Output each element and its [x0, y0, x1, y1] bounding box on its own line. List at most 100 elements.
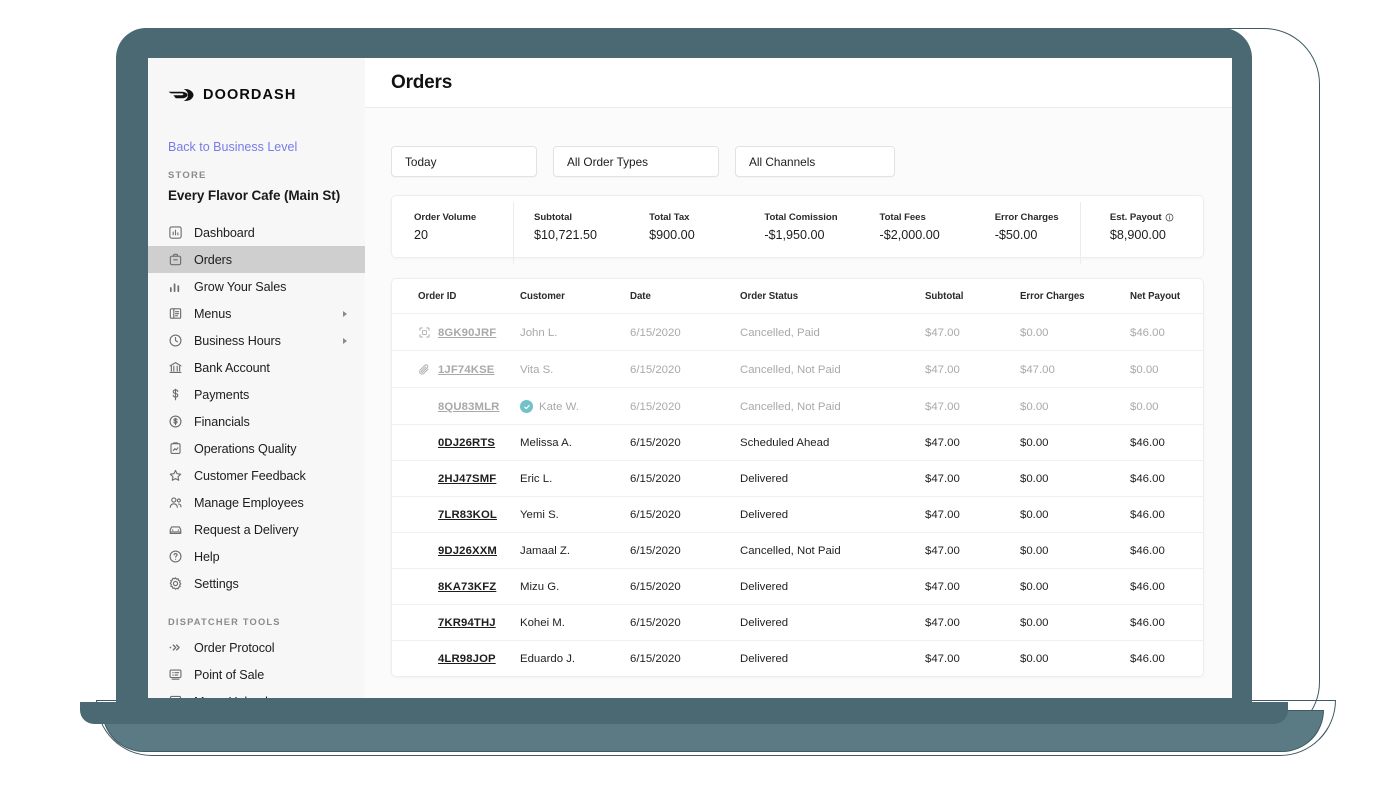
table-header-row: Order ID Customer Date Order Status Subtotal…: [392, 279, 1203, 314]
stat-label-text: Order Volume: [414, 211, 477, 223]
cell-order-status: Cancelled, Not Paid: [740, 350, 925, 388]
sidebar-item-label: Manage Employees: [194, 495, 304, 510]
table-row[interactable]: 8QU83MLR Kate W. 6/15/2020 Cancelled, Not P…: [392, 387, 1203, 425]
stat-label: Order Volume: [414, 212, 512, 223]
cell-net-payout: $46.00: [1130, 653, 1165, 665]
column-header-order-status[interactable]: Order Status: [740, 279, 925, 314]
chevron-down-icon: [692, 156, 708, 167]
table-row[interactable]: 9DJ26XXM Jamaal Z. 6/15/2020 Cancelled, Not…: [392, 532, 1203, 569]
sidebar-item-payments[interactable]: Payments: [148, 381, 365, 408]
cell-date: 6/15/2020: [630, 653, 681, 665]
cell-net-payout: $0.00: [1130, 350, 1203, 388]
sidebar-item-orders[interactable]: Orders: [148, 246, 365, 273]
pos-terminal-icon: [168, 667, 183, 682]
order-id-link[interactable]: 4LR98JOP: [438, 653, 496, 665]
column-header-customer[interactable]: Customer: [520, 279, 630, 314]
sidebar-item-operations-quality[interactable]: Operations Quality: [148, 435, 365, 462]
cell-net-payout: $46.00: [1130, 460, 1203, 497]
chevron-down-icon: [510, 156, 526, 167]
bar-chart-icon: [168, 279, 183, 294]
sidebar-item-menus[interactable]: Menus: [148, 300, 365, 327]
order-id-link[interactable]: 7LR83KOL: [438, 509, 497, 521]
column-header-date[interactable]: Date: [630, 279, 740, 314]
order-id-link[interactable]: 1JF74KSE: [438, 364, 494, 376]
table-row[interactable]: 7LR83KOL Yemi S. 6/15/2020 Delivered $47.00 $…: [392, 496, 1203, 533]
cell-date: 6/15/2020: [630, 460, 740, 497]
filter-select-channel[interactable]: All Channels: [735, 146, 895, 177]
order-id-link[interactable]: 2HJ47SMF: [438, 473, 496, 485]
dollar-circle-icon: [168, 414, 183, 429]
sidebar-item-help[interactable]: Help: [148, 543, 365, 570]
order-id-link[interactable]: 8QU83MLR: [438, 401, 499, 413]
main-content: Orders Today All Order Types All Channels …: [365, 58, 1232, 698]
cell-date: 6/15/2020: [630, 604, 740, 641]
sidebar-item-manage-employees[interactable]: Manage Employees: [148, 489, 365, 516]
cell-order-id: 8KA73KFZ: [392, 568, 520, 605]
cell-customer: Jamaal Z.: [520, 532, 630, 569]
sidebar-item-financials[interactable]: Financials: [148, 408, 365, 435]
stat-label-text: Total Fees: [879, 211, 926, 223]
cell-subtotal: $47.00: [925, 350, 1020, 388]
column-header-error-charges[interactable]: Error Charges: [1020, 279, 1130, 314]
sidebar-item-customer-feedback[interactable]: Customer Feedback: [148, 462, 365, 489]
info-icon[interactable]: [1165, 213, 1174, 222]
filter-select-order-type[interactable]: All Order Types: [553, 146, 719, 177]
cell-error-charges: $0.00: [1020, 604, 1130, 641]
sidebar-item-menu-upload[interactable]: Menu Upload: [148, 688, 365, 698]
scan-frame-icon[interactable]: [418, 326, 431, 339]
sidebar: DOORDASH Back to Business Level STORE Ev…: [148, 58, 365, 698]
cell-order-id: 8GK90JRF: [392, 313, 520, 351]
app-screen: DOORDASH Back to Business Level STORE Ev…: [148, 58, 1232, 698]
table-row[interactable]: 7KR94THJ Kohei M. 6/15/2020 Delivered $47.00…: [392, 604, 1203, 641]
table-row[interactable]: 1JF74KSE Vita S. 6/15/2020 Cancelled, Not P…: [392, 350, 1203, 388]
table-row[interactable]: 2HJ47SMF Eric L. 6/15/2020 Delivered $47.00 $…: [392, 460, 1203, 497]
cell-customer: Mizu G.: [520, 568, 630, 605]
stat-value: $900.00: [649, 227, 695, 242]
sidebar-item-order-protocol[interactable]: Order Protocol: [148, 634, 365, 661]
stat-label-text: Total Comission: [764, 211, 838, 223]
filter-bar: Today All Order Types All Channels: [391, 146, 1204, 177]
sidebar-item-business-hours[interactable]: Business Hours: [148, 327, 365, 354]
column-header-net-payout[interactable]: Net Payout: [1130, 279, 1203, 314]
cell-net-payout: $46.00: [1130, 313, 1203, 351]
brand-logo-area[interactable]: DOORDASH: [148, 76, 365, 110]
cell-subtotal: $47.00: [925, 568, 1020, 605]
summary-stats-card: Order Volume 20 Subtotal $10,721.50 Total Ta…: [391, 195, 1204, 264]
paperclip-icon[interactable]: [418, 363, 431, 376]
stat-label: Total Comission: [764, 212, 857, 223]
sidebar-item-settings[interactable]: Settings: [148, 570, 365, 597]
sidebar-item-request-a-delivery[interactable]: Request a Delivery: [148, 516, 365, 543]
cell-order-id: 8QU83MLR: [392, 387, 520, 425]
stat-label-text: Est. Payout: [1109, 211, 1162, 223]
sidebar-item-bank-account[interactable]: Bank Account: [148, 354, 365, 381]
content-area: Today All Order Types All Channels Order V…: [365, 108, 1232, 677]
sidebar-item-dashboard[interactable]: Dashboard: [148, 219, 365, 246]
table-row[interactable]: 4LR98JOP Eduardo J. 6/15/2020 Delivered $47.…: [392, 641, 1203, 677]
filter-select-date-range[interactable]: Today: [391, 146, 537, 177]
sidebar-item-label: Dashboard: [194, 225, 255, 240]
sidebar-item-label: Operations Quality: [194, 441, 297, 456]
table-row[interactable]: 8GK90JRF John L. 6/15/2020 Cancelled, Paid $…: [392, 313, 1203, 351]
sidebar-item-point-of-sale[interactable]: Point of Sale: [148, 661, 365, 688]
customer-name: Eduardo J.: [520, 653, 576, 665]
stat-total-fees: Total Fees -$2,000.00: [858, 212, 973, 242]
column-header-order-id[interactable]: Order ID: [392, 279, 520, 314]
order-id-link[interactable]: 9DJ26XXM: [438, 545, 497, 557]
cell-error-charges: $0.00: [1020, 313, 1130, 351]
sidebar-item-grow-your-sales[interactable]: Grow Your Sales: [148, 273, 365, 300]
table-row[interactable]: 8KA73KFZ Mizu G. 6/15/2020 Delivered $47.00 $…: [392, 568, 1203, 605]
order-id-link[interactable]: 8KA73KFZ: [438, 581, 496, 593]
stat-value: -$2,000.00: [879, 227, 940, 242]
table-row[interactable]: 0DJ26RTS Melissa A. 6/15/2020 Scheduled Ahe…: [392, 424, 1203, 461]
cell-date: 6/15/2020: [630, 350, 740, 388]
sidebar-item-label: Menus: [194, 306, 232, 321]
order-id-link[interactable]: 7KR94THJ: [438, 617, 496, 629]
store-name: Every Flavor Cafe (Main St): [168, 188, 341, 203]
customer-name: Kohei M.: [520, 617, 565, 629]
order-id-link[interactable]: 0DJ26RTS: [438, 437, 495, 449]
cell-order-id: 9DJ26XXM: [392, 532, 520, 569]
back-to-business-level-link[interactable]: Back to Business Level: [168, 140, 365, 154]
customer-name: Yemi S.: [520, 509, 559, 521]
column-header-subtotal[interactable]: Subtotal: [925, 279, 1020, 314]
order-id-link[interactable]: 8GK90JRF: [438, 327, 496, 339]
